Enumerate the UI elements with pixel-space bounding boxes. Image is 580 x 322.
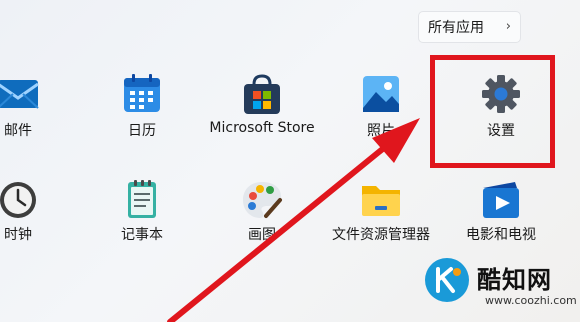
watermark: 酷知网 www.coozhi.com [425, 258, 577, 318]
watermark-title: 酷知网 [477, 266, 552, 294]
watermark-logo [425, 258, 469, 302]
watermark-url: www.coozhi.com [485, 294, 577, 307]
